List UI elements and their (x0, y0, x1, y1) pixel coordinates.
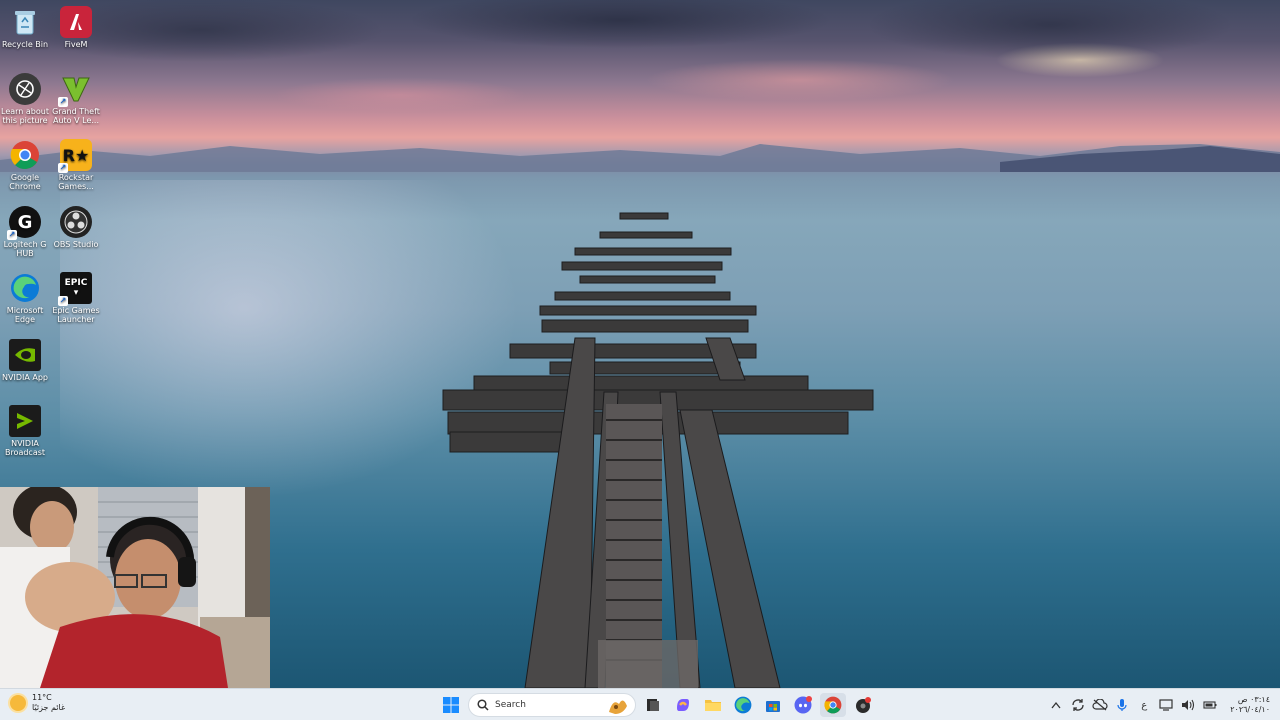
battery-icon (1203, 701, 1217, 709)
desktop-icon-nvidia-app[interactable]: NVIDIA App (0, 335, 50, 382)
search-placeholder: Search (495, 700, 526, 710)
cloud-off-icon (1092, 699, 1108, 711)
sync-tray-button[interactable] (1070, 697, 1086, 713)
edge-icon (734, 696, 752, 714)
recording-app-icon (856, 697, 871, 713)
desktop-icon-label: OBS Studio (53, 240, 99, 249)
desktop-icon-fivem[interactable]: FiveM (51, 2, 101, 49)
desktop-icon-label: Rockstar Games... (58, 173, 94, 191)
microphone-tray-button[interactable] (1114, 697, 1130, 713)
task-view-button[interactable] (640, 693, 666, 717)
clock-date: ٢٠٢٦/٠٤/١٠ (1230, 705, 1270, 714)
search-highlight-icon (609, 700, 627, 714)
taskbar-search[interactable]: Search (468, 693, 636, 717)
desktop-icon-recycle-bin[interactable]: Recycle Bin (0, 2, 50, 49)
search-icon (477, 699, 489, 711)
recycle-bin-icon (9, 6, 41, 38)
desktop-icon-label: NVIDIA App (2, 373, 48, 382)
clock-time: ٠٣:١٤ ص (1237, 695, 1270, 704)
desktop-icon-label: Grand Theft Auto V Le... (52, 107, 100, 125)
monitor-network-icon (1159, 699, 1173, 711)
copilot-icon (677, 699, 689, 711)
weather-temp: 11°C (32, 693, 52, 702)
nvidia-broadcast-icon (9, 405, 41, 437)
weather-sun-icon (10, 695, 26, 711)
copilot-button[interactable] (670, 693, 696, 717)
network-tray-button[interactable] (1158, 697, 1174, 713)
microphone-icon (1117, 699, 1127, 711)
desktop-icon-label: NVIDIA Broadcast (4, 439, 46, 457)
nvidia-icon (9, 339, 41, 371)
taskbar-apps: Search (438, 693, 876, 717)
obs-studio-icon (60, 206, 92, 238)
system-tray: ع ٠٣:١٤ ص ٢٠٢٦/٠٤/١٠ (1048, 693, 1270, 717)
edge-taskbar-button[interactable] (730, 693, 756, 717)
cloud-tray-button[interactable] (1092, 697, 1108, 713)
desktop-icon-microsoft-edge[interactable]: Microsoft Edge (0, 268, 50, 324)
show-hidden-icons-button[interactable] (1048, 697, 1064, 713)
chevron-up-icon (1051, 701, 1061, 709)
rockstar-games-icon: R★ ↗ (58, 139, 92, 173)
taskbar: 11°C غائم جزئيًا Search ع ٠٣:١٤ ص ٢٠٢٦/٠… (0, 688, 1280, 720)
webcam-feed-picture (0, 487, 270, 688)
taskbar-clock[interactable]: ٠٣:١٤ ص ٢٠٢٦/٠٤/١٠ (1230, 695, 1270, 715)
weather-widget[interactable]: 11°C غائم جزئيًا (10, 693, 65, 713)
start-button[interactable] (438, 693, 464, 717)
desktop-icon-epic-games[interactable]: EPIC ▾ ↗ Epic Games Launcher (51, 268, 101, 324)
logitech-g-icon: G ↗ (7, 206, 41, 240)
chrome-taskbar-button[interactable] (820, 693, 846, 717)
desktop-icon-learn-about-picture[interactable]: Learn about this picture (0, 69, 50, 125)
edge-icon (9, 272, 41, 304)
desktop-icon-gta-v[interactable]: ↗ Grand Theft Auto V Le... (51, 69, 101, 125)
shortcut-arrow-icon: ↗ (58, 163, 68, 173)
input-language-button[interactable]: ع (1136, 697, 1152, 713)
file-explorer-button[interactable] (700, 693, 726, 717)
desktop-icon-label: Recycle Bin (1, 40, 49, 49)
fivem-icon (60, 6, 92, 38)
epic-games-icon: EPIC ▾ ↗ (58, 272, 92, 306)
desktop-icon-logitech-g-hub[interactable]: G ↗ Logitech G HUB (0, 202, 50, 258)
store-icon (766, 701, 780, 712)
volume-tray-button[interactable] (1180, 697, 1196, 713)
desktop-icon-label: Microsoft Edge (6, 306, 44, 324)
webcam-overlay (0, 487, 270, 688)
desktop-icon-label: FiveM (64, 40, 88, 49)
sync-icon (1072, 699, 1084, 711)
chrome-icon (824, 696, 842, 714)
capture-app-button[interactable] (850, 693, 876, 717)
folder-icon (705, 700, 721, 711)
task-view-icon (647, 699, 659, 711)
desktop-icon-nvidia-broadcast[interactable]: NVIDIA Broadcast (0, 401, 50, 457)
desktop-icon-label: Logitech G HUB (3, 240, 47, 258)
weather-condition: غائم جزئيًا (32, 703, 66, 712)
desktop-icon-google-chrome[interactable]: Google Chrome (0, 135, 50, 191)
discord-icon (794, 696, 812, 714)
desktop-icon-label: Learn about this picture (1, 107, 49, 125)
chrome-icon (9, 139, 41, 171)
desktop-icon-rockstar-games[interactable]: R★ ↗ Rockstar Games... (51, 135, 101, 191)
shortcut-arrow-icon: ↗ (58, 296, 68, 306)
discord-button[interactable] (790, 693, 816, 717)
shortcut-arrow-icon: ↗ (7, 230, 17, 240)
windows-icon (443, 697, 459, 713)
desktop-icon-label: Google Chrome (9, 173, 41, 191)
speaker-icon (1182, 699, 1195, 711)
battery-tray-button[interactable] (1202, 697, 1218, 713)
desktop-icon-label: Epic Games Launcher (52, 306, 100, 324)
camera-aperture-icon (9, 73, 41, 105)
gta-v-icon: ↗ (58, 73, 92, 107)
store-button[interactable] (760, 693, 786, 717)
shortcut-arrow-icon: ↗ (58, 97, 68, 107)
desktop-icon-obs-studio[interactable]: OBS Studio (51, 202, 101, 249)
